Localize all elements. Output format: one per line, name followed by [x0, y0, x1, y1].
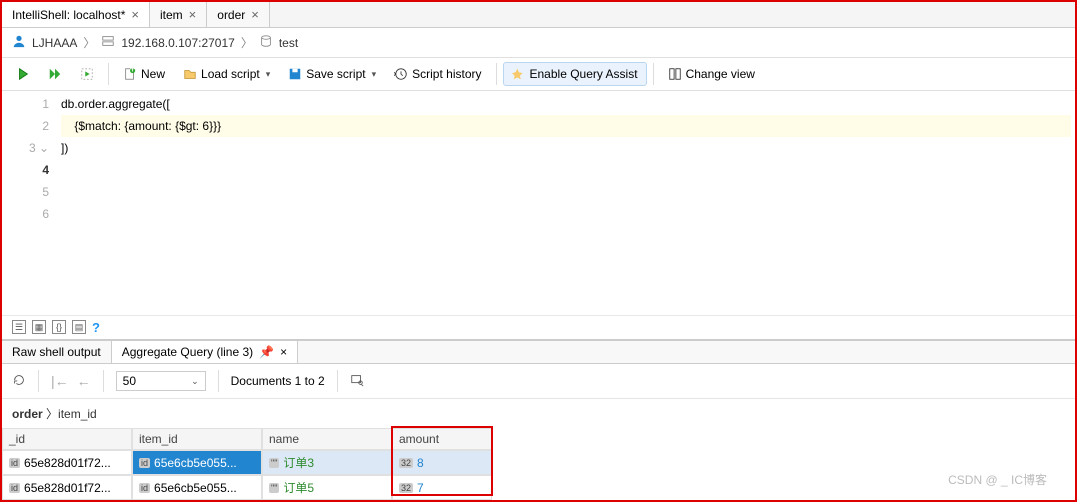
database-icon [259, 34, 273, 51]
cell-id[interactable]: id65e828d01f72... [2, 450, 132, 475]
cell-amount[interactable]: 327 [392, 475, 492, 500]
chevron-down-icon: ▾ [266, 69, 271, 80]
tab-item[interactable]: item × [150, 2, 207, 27]
tab-aggregate-query[interactable]: Aggregate Query (line 3) 📌 × [112, 341, 298, 363]
tab-order[interactable]: order × [207, 2, 270, 27]
user-icon [12, 34, 26, 51]
bc-user[interactable]: LJHAAA [32, 36, 77, 50]
cell-amount[interactable]: 328 [392, 450, 492, 475]
collection-path: order 〉item_id [2, 399, 1075, 428]
close-icon[interactable]: × [280, 345, 287, 359]
objectid-icon: id [139, 483, 150, 493]
gutter: 1 2 3 ⌄ 4 5 6 [2, 91, 57, 315]
svg-text:+: + [130, 67, 136, 75]
bc-host[interactable]: 192.168.0.107:27017 [121, 36, 234, 50]
cell-id[interactable]: id65e828d01f72... [2, 475, 132, 500]
run-all-button[interactable] [40, 63, 70, 85]
change-view-button[interactable]: Change view [660, 63, 763, 85]
load-script-button[interactable]: Load script▾ [175, 63, 278, 85]
find-icon[interactable] [350, 373, 364, 390]
refresh-icon[interactable] [12, 373, 26, 390]
result-grid[interactable]: _id item_id name amount id65e828d01f72..… [2, 428, 1075, 500]
documents-info: Documents 1 to 2 [231, 374, 325, 388]
result-toolbar: |← ← 50⌄ Documents 1 to 2 [2, 364, 1075, 399]
chevron-right-icon: 〉 [83, 34, 95, 51]
script-history-button[interactable]: Script history [386, 63, 489, 85]
results-panel: Raw shell output Aggregate Query (line 3… [2, 340, 1075, 500]
enable-query-assist-button[interactable]: Enable Query Assist [503, 62, 647, 86]
pin-icon[interactable]: 📌 [259, 345, 274, 359]
tab-label: order [217, 8, 245, 22]
page-size-select[interactable]: 50⌄ [116, 371, 206, 391]
string-icon: "" [269, 458, 279, 468]
tab-label: IntelliShell: localhost* [12, 8, 125, 22]
objectid-icon: id [9, 458, 20, 468]
run-button[interactable] [8, 63, 38, 85]
code-area[interactable]: db.order.aggregate([ {$match: {amount: {… [57, 91, 1075, 315]
cell-name[interactable]: ""订单5 [262, 475, 392, 500]
code-line: ]) [61, 137, 1071, 159]
table-view-icon[interactable]: ▦ [32, 320, 46, 334]
cell-item-id[interactable]: id65e6cb5e055... [132, 450, 262, 475]
number-icon: 32 [399, 458, 413, 468]
server-icon [101, 34, 115, 51]
chevron-right-icon: 〉 [241, 34, 253, 51]
col-header[interactable]: amount [392, 428, 492, 450]
col-header[interactable]: name [262, 428, 392, 450]
view-mode-bar: ☰ ▦ {} ▤ ? [2, 315, 1075, 340]
breadcrumb: LJHAAA 〉 192.168.0.107:27017 〉 test [2, 28, 1075, 58]
chevron-down-icon: ▾ [372, 69, 377, 80]
separator [38, 370, 39, 392]
tree-view-icon[interactable]: ☰ [12, 320, 26, 334]
save-script-button[interactable]: Save script▾ [280, 63, 384, 85]
json-view-icon[interactable]: {} [52, 320, 66, 334]
view-icon[interactable]: ▤ [72, 320, 86, 334]
separator [218, 370, 219, 392]
separator [653, 63, 654, 85]
string-icon: "" [269, 483, 279, 493]
toolbar: +New Load script▾ Save script▾ Script hi… [2, 58, 1075, 91]
tab-intellishell[interactable]: IntelliShell: localhost* × [2, 2, 150, 27]
help-icon[interactable]: ? [92, 320, 100, 335]
chevron-down-icon: ⌄ [191, 376, 199, 387]
close-icon[interactable]: × [251, 7, 259, 22]
run-selection-button[interactable] [72, 63, 102, 85]
cell-item-id[interactable]: id65e6cb5e055... [132, 475, 262, 500]
separator [108, 63, 109, 85]
document-tabs: IntelliShell: localhost* × item × order … [2, 2, 1075, 28]
separator [496, 63, 497, 85]
code-line: db.order.aggregate([ [61, 93, 1071, 115]
close-icon[interactable]: × [189, 7, 197, 22]
cell-name[interactable]: ""订单3 [262, 450, 392, 475]
result-tabs: Raw shell output Aggregate Query (line 3… [2, 341, 1075, 364]
close-icon[interactable]: × [131, 7, 139, 22]
prev-page-button[interactable]: ← [77, 373, 91, 389]
code-line: {$match: {amount: {$gt: 6}}} [61, 115, 1071, 137]
objectid-icon: id [139, 458, 150, 468]
separator [103, 370, 104, 392]
tab-raw-output[interactable]: Raw shell output [2, 341, 112, 363]
number-icon: 32 [399, 483, 413, 493]
code-editor[interactable]: 1 2 3 ⌄ 4 5 6 db.order.aggregate([ {$mat… [2, 91, 1075, 315]
separator [337, 370, 338, 392]
first-page-button[interactable]: |← [51, 373, 69, 389]
col-header[interactable]: _id [2, 428, 132, 450]
tab-label: item [160, 8, 183, 22]
bc-db[interactable]: test [279, 36, 298, 50]
objectid-icon: id [9, 483, 20, 493]
new-button[interactable]: +New [115, 63, 173, 85]
col-header[interactable]: item_id [132, 428, 262, 450]
